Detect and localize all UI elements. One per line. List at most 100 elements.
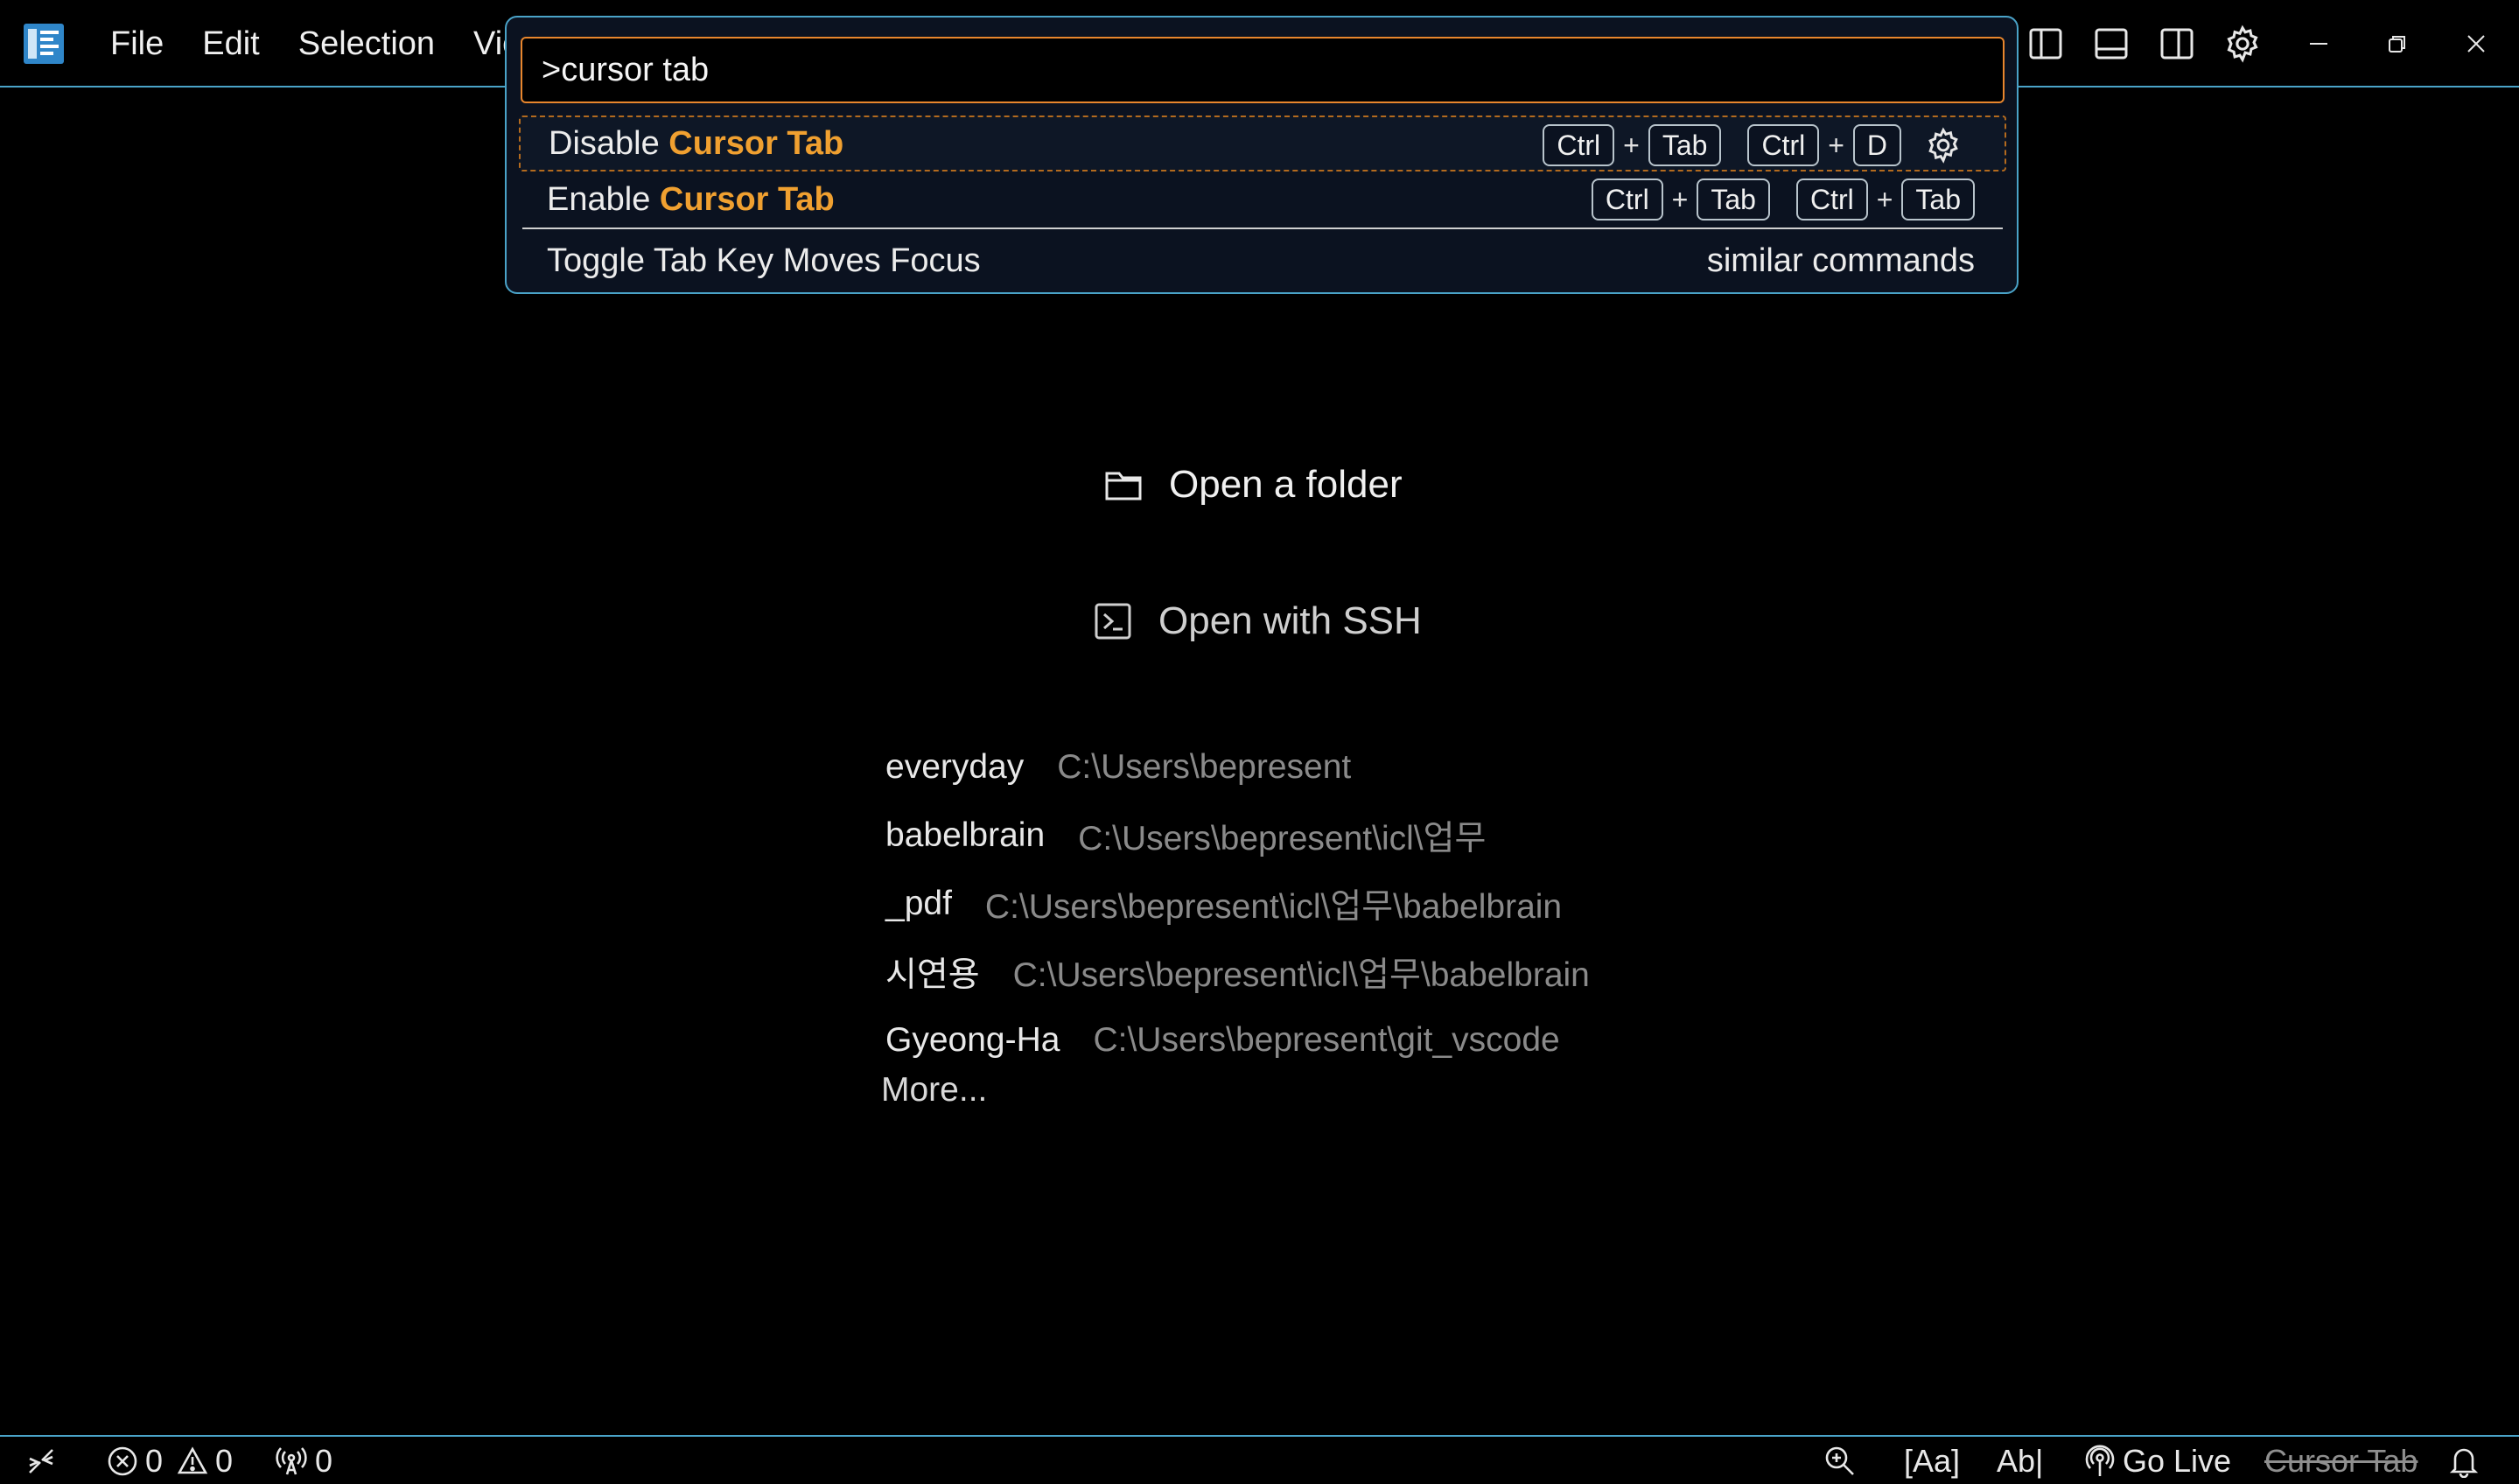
open-ssh-label: Open with SSH — [1158, 599, 1422, 642]
command-enable-cursor-tab[interactable]: Enable Cursor Tab Ctrl + Tab Ctrl + Tab — [519, 172, 2006, 229]
recent-project-path: C:\Users\bepresent\icl\업무\babelbrain — [1012, 956, 1590, 994]
key: Ctrl — [1543, 124, 1615, 166]
key-plus: + — [1623, 129, 1640, 161]
keybinding-2: Ctrl + D — [1747, 124, 1901, 166]
app-logo-icon — [24, 24, 64, 64]
restore-button[interactable] — [2358, 0, 2437, 88]
similar-commands-label: similar commands — [1706, 242, 1975, 279]
minimize-button[interactable] — [2279, 0, 2358, 88]
ports-button[interactable]: 0 — [275, 1437, 332, 1484]
restore-icon — [2389, 36, 2405, 52]
key: Ctrl — [1747, 124, 1820, 166]
minimize-icon — [2310, 43, 2327, 45]
problems-button[interactable]: 0 0 — [107, 1437, 233, 1484]
match-case-toggle[interactable]: [Aa] — [1904, 1437, 1960, 1484]
command-disable-cursor-tab[interactable]: Disable Cursor Tab Ctrl + Tab Ctrl + D — [519, 116, 2006, 172]
warning-count: 0 — [215, 1443, 234, 1479]
key-plus: + — [1671, 183, 1689, 215]
recent-project-path: C:\Users\bepresent — [1057, 748, 1352, 786]
remote-icon — [29, 1449, 53, 1474]
command-keybindings: Ctrl + Tab Ctrl + Tab — [1591, 172, 1975, 228]
recent-project[interactable]: Gyeong-Ha C:\Users\bepresent\git_vscode — [885, 1006, 1590, 1074]
configure-keybinding-button[interactable] — [1917, 119, 1970, 172]
command-input-wrapper — [521, 37, 2005, 103]
recent-project-path: C:\Users\bepresent\icl\업무 — [1078, 820, 1487, 858]
more-recent-link[interactable]: More... — [881, 1071, 987, 1110]
bell-icon — [2449, 1448, 2479, 1478]
toggle-panel-button[interactable] — [2078, 0, 2144, 88]
error-icon — [108, 1446, 137, 1476]
command-results-list: Disable Cursor Tab Ctrl + Tab Ctrl + D E… — [519, 116, 2006, 289]
zoom-in-icon — [1825, 1446, 1854, 1475]
close-icon — [2467, 35, 2485, 52]
cursor-tab-status[interactable]: Cursor Tab — [2264, 1437, 2418, 1484]
gear-icon — [2226, 24, 2258, 63]
whole-word-toggle[interactable]: Ab| — [1997, 1437, 2043, 1484]
recent-project[interactable]: babelbrain C:\Users\bepresent\icl\업무 — [885, 802, 1590, 870]
folder-icon — [1105, 472, 1142, 500]
key: Ctrl — [1795, 178, 1868, 220]
toggle-secondary-sidebar-icon — [2160, 28, 2193, 60]
toggle-panel-icon — [2095, 28, 2127, 60]
command-label-highlight: Cursor Tab — [659, 180, 835, 218]
menu-edit[interactable]: Edit — [183, 0, 278, 88]
menu-selection[interactable]: Selection — [279, 0, 454, 88]
status-bar: 0 0 0 [Aa] Ab| Go Live Cursor Tab — [0, 1435, 2519, 1484]
error-count: 0 — [145, 1443, 164, 1479]
recent-project-name: everyday — [885, 748, 1025, 786]
terminal-icon — [1095, 603, 1131, 640]
whole-word-label: Ab| — [1997, 1443, 2044, 1479]
gear-icon — [1928, 127, 1958, 164]
zoom-button[interactable] — [1823, 1437, 1857, 1484]
key: Tab — [1697, 178, 1770, 220]
notifications-button[interactable] — [2448, 1437, 2480, 1484]
warning-icon — [177, 1446, 208, 1474]
broadcast-icon — [276, 1447, 307, 1475]
go-live-button[interactable]: Go Live — [2084, 1437, 2231, 1484]
keybinding-1: Ctrl + Tab — [1543, 124, 1722, 166]
key: Tab — [1901, 178, 1975, 220]
go-live-label: Go Live — [2123, 1443, 2232, 1479]
open-folder-label: Open a folder — [1169, 463, 1403, 506]
menu-bar: File Edit Selection Vie — [91, 0, 540, 88]
command-palette: Disable Cursor Tab Ctrl + Tab Ctrl + D — [505, 16, 2019, 294]
keybinding-1: Ctrl + Tab — [1591, 178, 1770, 220]
open-ssh-button[interactable]: Open with SSH — [1094, 595, 1422, 648]
recent-project[interactable]: 시연용 C:\Users\bepresent\icl\업무\babelbrain — [885, 938, 1590, 1006]
command-hint: similar commands — [1707, 233, 2006, 289]
command-keybindings: Ctrl + Tab Ctrl + D — [1543, 117, 2005, 173]
command-toggle-tab-key-moves-focus[interactable]: Toggle Tab Key Moves Focus similar comma… — [519, 233, 2006, 289]
recent-project-name: 시연용 — [885, 956, 980, 994]
recent-project-name: babelbrain — [885, 816, 1046, 854]
command-label-highlight: Cursor Tab — [668, 124, 844, 162]
command-input[interactable] — [522, 38, 2003, 102]
toggle-primary-sidebar-icon — [2029, 28, 2061, 60]
recent-project-name: Gyeong-Ha — [885, 1021, 1060, 1059]
command-label: Toggle Tab Key Moves Focus — [547, 242, 981, 279]
open-folder-button[interactable]: Open a folder — [1104, 458, 1403, 511]
close-button[interactable] — [2437, 0, 2516, 88]
layout-controls — [2012, 0, 2275, 88]
command-label-prefix: Enable — [547, 180, 660, 218]
cursor-tab-label: Cursor Tab — [2264, 1443, 2418, 1479]
recent-project-name: _pdf — [885, 885, 952, 922]
ports-count: 0 — [315, 1443, 333, 1479]
window-controls — [2279, 0, 2516, 88]
recent-project[interactable]: everyday C:\Users\bepresent — [885, 733, 1590, 802]
toggle-primary-sidebar-button[interactable] — [2012, 0, 2078, 88]
menu-file[interactable]: File — [91, 0, 183, 88]
match-case-label: [Aa] — [1904, 1443, 1961, 1479]
recent-project[interactable]: _pdf C:\Users\bepresent\icl\업무\babelbrai… — [885, 870, 1590, 938]
keybinding-2: Ctrl + Tab — [1795, 178, 1975, 220]
broadcast-icon — [2085, 1445, 2115, 1476]
recent-project-path: C:\Users\bepresent\icl\업무\babelbrain — [984, 888, 1563, 926]
recent-project-path: C:\Users\bepresent\git_vscode — [1093, 1021, 1560, 1059]
remote-button[interactable] — [26, 1437, 56, 1484]
key-plus: + — [1828, 129, 1844, 161]
toggle-secondary-sidebar-button[interactable] — [2144, 0, 2209, 88]
settings-button[interactable] — [2209, 0, 2275, 88]
key: D — [1852, 124, 1901, 166]
key: Tab — [1648, 124, 1722, 166]
key: Ctrl — [1591, 178, 1663, 220]
recent-projects-list: everyday C:\Users\bepresent babelbrain C… — [885, 733, 1590, 1074]
